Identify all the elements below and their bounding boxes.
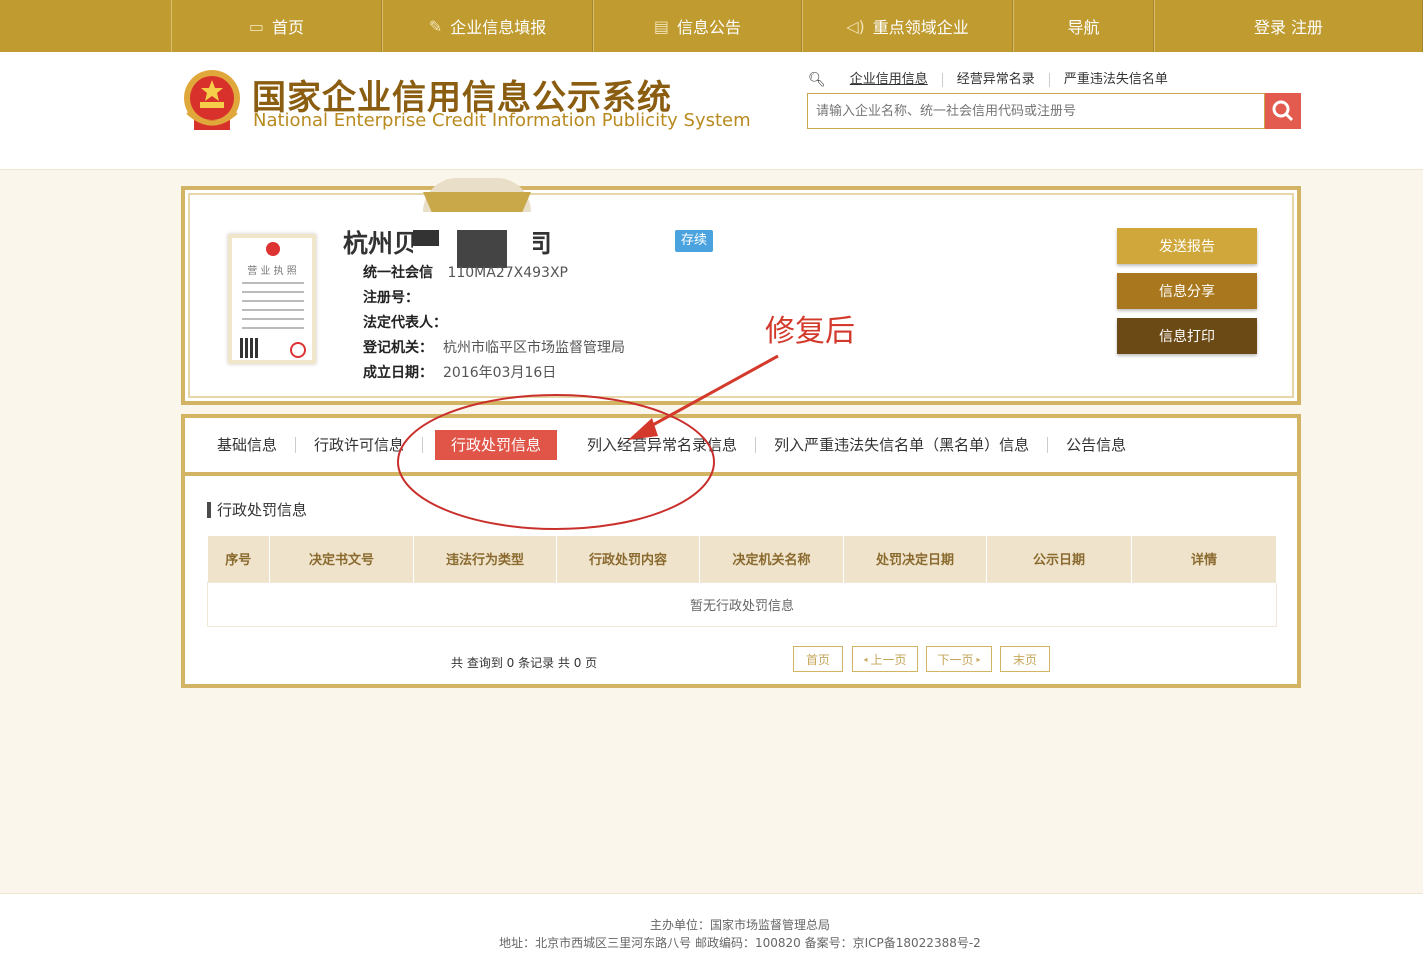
column-header: 行政处罚内容 — [556, 536, 700, 582]
chevron-right-icon: ▸ — [976, 654, 981, 664]
license-title: 营 业 执 照 — [247, 266, 297, 277]
top-nav: ▭ 首页 ✎ 企业信息填报 ▤ 信息公告 ◁) 重点领域企业 导航 登录 注册 — [0, 0, 1423, 52]
pager-last-button[interactable]: 末页 — [1000, 646, 1050, 672]
status-badge: 存续 — [675, 230, 713, 252]
nav-label: 重点领域企业 — [872, 18, 969, 37]
column-header: 公示日期 — [986, 536, 1132, 582]
seal-icon — [290, 342, 306, 358]
nav-login-register[interactable]: 登录 注册 — [1154, 0, 1423, 52]
edit-icon: ✎ — [428, 16, 443, 36]
redaction-mask — [413, 230, 439, 246]
monitor-icon: ▭ — [248, 16, 265, 36]
tab-bar: 基础信息 行政许可信息 行政处罚信息 列入经营异常名录信息 列入严重违法失信名单… — [185, 418, 1297, 476]
pager-prev-button[interactable]: ◂ 上一页 — [852, 646, 918, 672]
company-card: 营 业 执 照 杭州贝 品有限公司 存续 统一社会信 110MA27X493XP… — [181, 178, 1301, 405]
column-header: 序号 — [207, 536, 270, 582]
column-header: 决定书文号 — [269, 536, 414, 582]
search-tab-abnormal[interactable]: 经营异常名录 — [943, 73, 1050, 87]
nav-label: 导航 — [1067, 18, 1100, 37]
field-reg-number: 注册号： — [363, 290, 419, 306]
column-header: 详情 — [1131, 536, 1277, 582]
document-icon: ▤ — [653, 16, 670, 36]
penalty-table: 序号 决定书文号 违法行为类型 行政处罚内容 决定机关名称 处罚决定日期 公示日… — [207, 536, 1277, 627]
send-report-button[interactable]: 发送报告 — [1117, 228, 1257, 264]
search-tab-blacklist[interactable]: 严重违法失信名单 — [1050, 73, 1182, 87]
tab-admin-penalty[interactable]: 行政处罚信息 — [435, 430, 558, 460]
search-small-icon: 🔍︎ — [808, 72, 826, 88]
nav-navigation[interactable]: 导航 — [1013, 0, 1154, 52]
pager-first-button[interactable]: 首页 — [793, 646, 843, 672]
footer-address: 地址：北京市西城区三里河东路八号 邮政编码：100820 备案号：京ICP备18… — [499, 936, 981, 950]
footer-sponsor: 主办单位：国家市场监督管理总局 — [649, 918, 830, 932]
section-title: 行政处罚信息 — [207, 502, 307, 518]
card-decoration-ribbon — [423, 192, 531, 212]
nav-label: 首页 — [272, 18, 305, 37]
tab-announcements[interactable]: 公告信息 — [1048, 437, 1144, 453]
empty-message: 暂无行政处罚信息 — [207, 581, 1277, 627]
nav-announcement[interactable]: ▤ 信息公告 — [593, 0, 802, 52]
field-established-date: 成立日期： 2016年03月16日 — [363, 365, 557, 381]
table-header-row: 序号 决定书文号 违法行为类型 行政处罚内容 决定机关名称 处罚决定日期 公示日… — [207, 536, 1277, 582]
nav-home[interactable]: ▭ 首页 — [171, 0, 382, 52]
table-row: 暂无行政处罚信息 — [207, 581, 1277, 627]
info-panel: 基础信息 行政许可信息 行政处罚信息 列入经营异常名录信息 列入严重违法失信名单… — [181, 414, 1301, 688]
tab-admin-license[interactable]: 行政许可信息 — [296, 437, 424, 453]
header: 国家企业信用信息公示系统 National Enterprise Credit … — [0, 52, 1423, 170]
business-license-image[interactable]: 营 业 执 照 — [228, 234, 316, 364]
print-info-button[interactable]: 信息打印 — [1117, 318, 1257, 354]
tab-blacklist[interactable]: 列入严重违法失信名单（黑名单）信息 — [756, 437, 1049, 453]
search-tabs: 🔍︎ 企业信用信息 经营异常名录 严重违法失信名单 — [808, 72, 1182, 88]
nav-key-enterprises[interactable]: ◁) 重点领域企业 — [802, 0, 1013, 52]
column-header: 处罚决定日期 — [843, 536, 987, 582]
annotation-text: 修复后 — [765, 314, 855, 349]
license-emblem-icon — [266, 242, 280, 256]
national-emblem-icon — [184, 70, 240, 130]
tab-abnormal-list[interactable]: 列入经营异常名录信息 — [569, 437, 757, 453]
column-header: 违法行为类型 — [413, 536, 557, 582]
field-legal-rep: 法定代表人： — [363, 315, 447, 331]
qr-code-icon — [240, 338, 260, 358]
field-credit-code: 统一社会信 110MA27X493XP — [363, 265, 568, 281]
nav-report[interactable]: ✎ 企业信息填报 — [382, 0, 593, 52]
nav-label: 信息公告 — [677, 18, 742, 37]
nav-label: 企业信息填报 — [450, 18, 547, 37]
search-input[interactable] — [807, 93, 1265, 129]
chevron-left-icon: ◂ — [863, 654, 868, 664]
field-registration-authority: 登记机关： 杭州市临平区市场监督管理局 — [363, 340, 625, 356]
search-tab-credit[interactable]: 企业信用信息 — [836, 73, 943, 87]
footer: 主办单位：国家市场监督管理总局 地址：北京市西城区三里河东路八号 邮政编码：10… — [0, 893, 1423, 957]
pager-info: 共 查询到 0 条记录 共 0 页 — [451, 656, 598, 670]
site-subtitle: National Enterprise Credit Information P… — [253, 110, 751, 131]
nav-label: 登录 注册 — [1253, 18, 1324, 37]
tab-basic-info[interactable]: 基础信息 — [199, 437, 297, 453]
search-button[interactable] — [1265, 93, 1301, 129]
speaker-icon: ◁) — [846, 16, 865, 36]
search-icon — [1272, 100, 1294, 122]
share-info-button[interactable]: 信息分享 — [1117, 273, 1257, 309]
pager-next-button[interactable]: 下一页 ▸ — [926, 646, 992, 672]
column-header: 决定机关名称 — [699, 536, 844, 582]
